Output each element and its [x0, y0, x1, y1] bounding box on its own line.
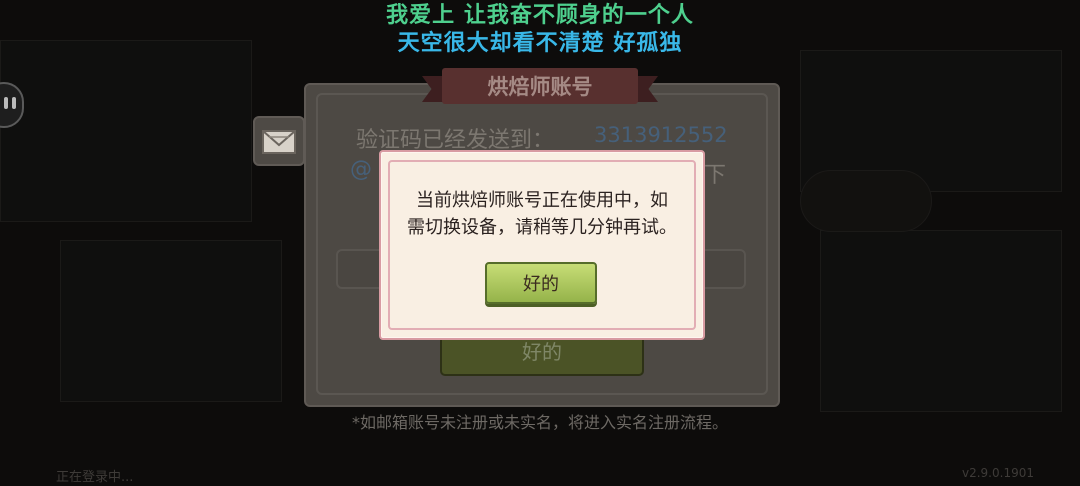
alert-dialog: 当前烘焙师账号正在使用中，如 需切换设备，请稍等几分钟再试。 好的 — [379, 150, 705, 340]
alert-message-line-2: 需切换设备，请稍等几分钟再试。 — [407, 217, 677, 238]
lyric-line-2: 天空很大却看不清楚 好孤独 — [397, 31, 683, 56]
alert-ok-button[interactable]: 好的 — [485, 262, 597, 304]
panel-title-ribbon: 烘焙师账号 — [422, 66, 658, 108]
lyrics-overlay: 我爱上 让我奋不顾身的一个人 天空很大却看不清楚 好孤独 — [0, 2, 1080, 58]
lyric-line-1: 我爱上 让我奋不顾身的一个人 — [386, 3, 694, 28]
pause-icon — [4, 97, 8, 109]
mail-button[interactable] — [253, 116, 305, 166]
alert-message: 当前烘焙师账号正在使用中，如 需切换设备，请稍等几分钟再试。 — [391, 187, 693, 241]
panel-title: 烘焙师账号 — [442, 68, 638, 104]
alert-dialog-border — [388, 160, 696, 330]
continue-suffix: 下 — [704, 163, 727, 188]
email-at-sign: @ — [350, 157, 372, 182]
alert-message-line-1: 当前烘焙师账号正在使用中，如 — [416, 190, 668, 211]
envelope-icon — [262, 130, 296, 154]
version-label: v2.9.0.1901 — [962, 466, 1034, 480]
loading-status: 正在登录中... — [56, 470, 134, 485]
pause-icon-bar — [12, 97, 16, 109]
email-text: 3313912552 — [594, 123, 728, 147]
registration-footnote: *如邮箱账号未注册或未实名，将进入实名注册流程。 — [351, 413, 728, 432]
